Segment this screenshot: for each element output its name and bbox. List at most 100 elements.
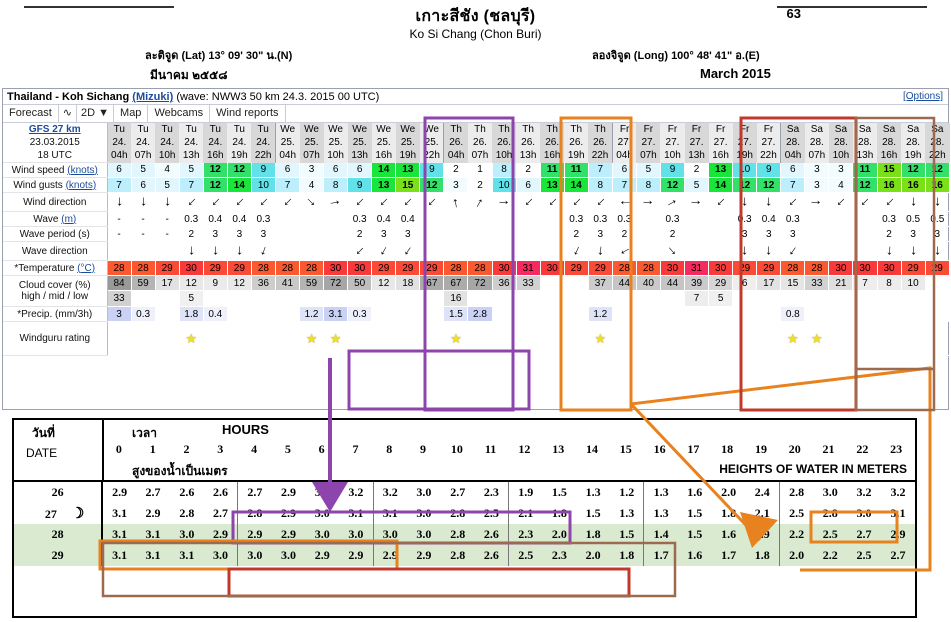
- temperature-cell: 29: [155, 260, 180, 276]
- tab-2d-dropdown[interactable]: 2D ▼: [77, 105, 115, 122]
- wave-cell: 0.4: [756, 211, 782, 227]
- direction-arrow-icon: ↑: [206, 194, 224, 211]
- meters-unit-link[interactable]: (m): [61, 214, 76, 225]
- tide-height-cell: 2.9: [145, 506, 161, 520]
- tide-hour-tick: 1: [149, 442, 156, 456]
- direction-arrow-icon: ↑: [765, 194, 773, 211]
- tab-wind-reports[interactable]: Wind reports: [210, 105, 286, 122]
- wave-direction-cell: [516, 241, 541, 261]
- tab-forecast[interactable]: Forecast: [3, 105, 59, 122]
- precip-cell: 0.4: [203, 306, 228, 322]
- cloud-cover-cell: [925, 275, 951, 291]
- wave-period-cell: [443, 226, 469, 242]
- wave-cell: 0.5: [901, 211, 926, 227]
- tide-height-cell: 2.0: [576, 545, 611, 566]
- forecast-day-header: Fr: [611, 123, 637, 137]
- wind-gusts-cell: 8: [588, 177, 613, 193]
- wave-period-cell: 3: [227, 226, 252, 242]
- cloud-cover-low-cell: [756, 290, 782, 307]
- forecast-day-header: We: [347, 123, 372, 137]
- cloud-cover-low-cell: [492, 290, 517, 307]
- wave-cell: 0.5: [925, 211, 951, 227]
- tide-height-cell: 2.3: [508, 524, 543, 545]
- forecast-day-header: We: [299, 123, 324, 137]
- windguru-rating-cell: [274, 321, 301, 356]
- tide-row-date: 26: [14, 482, 104, 503]
- model-name-link[interactable]: GFS 27 km: [29, 124, 81, 135]
- wave-period-cell: [708, 226, 734, 242]
- tide-height-cell: 1.8: [576, 524, 611, 545]
- wave-period-cell: 2: [564, 226, 589, 242]
- forecast-hour-header: 16h: [877, 149, 902, 163]
- tide-height-cell: 2.5: [847, 545, 881, 566]
- forecast-hour-header: 16h: [371, 149, 396, 163]
- tide-chart-page-header: เกาะสีชัง (ชลบุรี) 63 Ko Si Chang (Chon …: [0, 0, 951, 88]
- wave-direction-cell: [852, 241, 878, 261]
- temperature-cell: 28: [780, 260, 806, 276]
- cloud-cover-cell: 41: [274, 275, 301, 291]
- wind-direction-cell: ↑: [347, 192, 373, 212]
- knots-unit-link-gusts[interactable]: (knots): [66, 180, 97, 191]
- direction-arrow-icon: ↑: [569, 242, 583, 261]
- tab-graph-icon[interactable]: ∿: [59, 105, 78, 122]
- spot-author-link[interactable]: (Mizuki): [132, 91, 173, 103]
- wind-gusts-cell: 12: [756, 177, 782, 193]
- precip-cell: [732, 306, 758, 322]
- direction-arrow-icon: ↑: [933, 194, 941, 211]
- wind-gusts-cell: 14: [564, 177, 589, 193]
- temperature-cell: 30: [347, 260, 373, 276]
- row-label-wind-speed: Wind speed (knots): [3, 162, 108, 178]
- wind-speed-cell: 7: [588, 162, 613, 178]
- precip-cell: [540, 306, 565, 322]
- temperature-cell: 28: [611, 260, 637, 276]
- precip-cell: [660, 306, 686, 322]
- tab-map[interactable]: Map: [114, 105, 149, 122]
- wind-gusts-cell: 7: [780, 177, 806, 193]
- forecast-date-header: 25.: [419, 136, 444, 150]
- tide-table-row: 26 2.9 2.7 2.6 2.6 2.7 2.9 3.1 3.2 3.2 3.0 2.7 2.3 1.…: [14, 482, 915, 503]
- wave-cell: [467, 211, 493, 227]
- temperature-cell: 30: [492, 260, 517, 276]
- tide-height-cell: 2.6: [474, 524, 509, 545]
- tide-hour-tick: 16: [653, 442, 666, 456]
- page-title-thai: เกาะสีชัง (ชลบุรี): [415, 8, 536, 25]
- celsius-unit-link[interactable]: (°C): [77, 263, 95, 274]
- tide-hour-tick: 12: [518, 442, 531, 456]
- row-label-wind-direction: Wind direction: [3, 192, 108, 212]
- forecast-date-header: 26.: [443, 136, 468, 150]
- wave-direction-cell: ↑: [780, 241, 806, 261]
- forecast-day-header: We: [419, 123, 444, 137]
- cloud-cover-cell: 72: [323, 275, 349, 291]
- forecast-hour-header: 16h: [540, 149, 565, 163]
- wind-speed-cell: 9: [756, 162, 782, 178]
- options-link[interactable]: [Options]: [903, 89, 943, 105]
- cloud-cover-cell: 33: [804, 275, 830, 291]
- temperature-cell: 31: [516, 260, 541, 276]
- direction-arrow-icon: ↑: [596, 243, 605, 260]
- windguru-rating-cell: [732, 321, 758, 356]
- wave-period-cell: 3: [901, 226, 926, 242]
- knots-unit-link[interactable]: (knots): [67, 165, 98, 176]
- wave-cell: 0.4: [227, 211, 252, 227]
- tab-webcams[interactable]: Webcams: [148, 105, 211, 122]
- windguru-rating-cell: [564, 321, 589, 356]
- wind-direction-cell: ↑: [540, 192, 565, 212]
- forecast-day-header: Tu: [251, 123, 276, 137]
- wave-direction-cell: ↑: [901, 241, 926, 261]
- tide-hour-tick: 2: [183, 442, 190, 456]
- forecast-hour-header: 04h: [274, 149, 300, 163]
- tide-height-cell: 2.5: [813, 524, 848, 545]
- cloud-cover-low-cell: 33: [107, 290, 132, 307]
- forecast-date-header: 24.: [107, 136, 132, 150]
- forecast-date-header: 24.: [155, 136, 180, 150]
- wind-speed-cell: 6: [323, 162, 349, 178]
- row-label-wave: Wave (m): [3, 211, 108, 227]
- tide-date-label-english: DATE: [26, 446, 58, 460]
- wind-direction-cell: ↑: [131, 192, 156, 212]
- tide-height-cell: 3.0: [856, 506, 872, 520]
- wave-period-cell: [828, 226, 854, 242]
- direction-arrow-icon: ↑: [423, 194, 440, 211]
- precip-cell: 1.5: [443, 306, 469, 322]
- wind-speed-cell: 1: [467, 162, 493, 178]
- windguru-rating-cell: [852, 321, 878, 356]
